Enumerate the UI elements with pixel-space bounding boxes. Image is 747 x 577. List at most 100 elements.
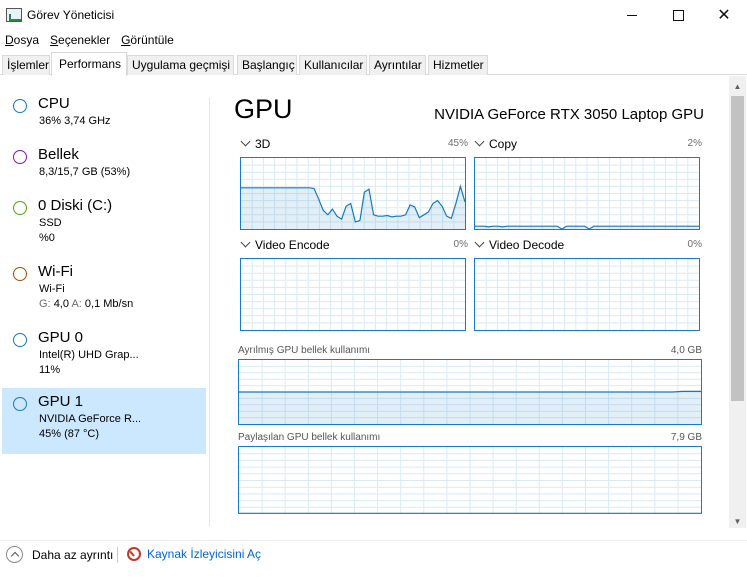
fewer-details-button[interactable]: Daha az ayrıntı bbox=[6, 546, 113, 563]
tab-performans[interactable]: Performans bbox=[51, 52, 127, 76]
open-resource-monitor-link[interactable]: Kaynak İzleyicisini Aç bbox=[127, 547, 261, 561]
memory-icon bbox=[13, 150, 27, 164]
sidebar-item-title: GPU 1 bbox=[38, 393, 84, 410]
vertical-scrollbar[interactable]: ▲ ▼ bbox=[729, 76, 746, 528]
title-bar: Görev Yöneticisi ✕ bbox=[0, 0, 747, 30]
graph-video-encode-svg bbox=[241, 259, 465, 330]
chevron-up-icon bbox=[6, 546, 23, 563]
status-divider bbox=[117, 547, 118, 563]
chevron-down-icon bbox=[474, 136, 485, 147]
gpu-panel: GPU NVIDIA GeForce RTX 3050 Laptop GPU 3… bbox=[210, 76, 728, 528]
engine-percent: 0% bbox=[453, 239, 468, 250]
gpu1-icon bbox=[13, 397, 27, 411]
engine-selector-video-decode[interactable]: Video Decode bbox=[474, 237, 565, 254]
engine-percent: 45% bbox=[447, 138, 468, 149]
sidebar-item-title: 0 Diski (C:) bbox=[38, 197, 113, 214]
resource-monitor-icon bbox=[127, 547, 141, 561]
graph-shared-memory-svg bbox=[239, 447, 701, 514]
sidebar-item-detail: 36% 3,74 GHz bbox=[39, 115, 111, 127]
menu-item-dosya[interactable]: Dosya bbox=[0, 31, 45, 50]
sidebar-item-title: Bellek bbox=[38, 146, 79, 163]
gpu-model-name: NVIDIA GeForce RTX 3050 Laptop GPU bbox=[434, 106, 704, 123]
fewer-details-label: Daha az ayrıntı bbox=[32, 547, 114, 562]
tab-ayrintilar[interactable]: Ayrıntılar bbox=[369, 55, 426, 75]
usage-area bbox=[239, 391, 701, 424]
engine-name: Video Encode bbox=[255, 238, 330, 252]
sidebar-item-detail: 8,3/15,7 GB (53%) bbox=[39, 166, 131, 178]
tab-kullanicilar[interactable]: Kullanıcılar bbox=[299, 55, 367, 75]
maximize-button[interactable] bbox=[655, 0, 701, 30]
sidebar-item-gpu1[interactable]: GPU 1 NVIDIA GeForce R... 45% (87 °C) bbox=[2, 388, 206, 454]
engine-name: 3D bbox=[255, 137, 271, 151]
gpu0-icon bbox=[13, 333, 27, 347]
tab-baslangic[interactable]: Başlangıç bbox=[237, 55, 297, 75]
graph-3d bbox=[240, 157, 466, 230]
menu-bar: Dosya Seçenekler Görüntüle bbox=[0, 31, 747, 50]
sidebar-item-gpu0[interactable]: GPU 0 Intel(R) UHD Grap... 11% bbox=[2, 324, 206, 390]
sidebar-item-disk[interactable]: 0 Diski (C:) SSD %0 bbox=[2, 192, 206, 258]
tab-uygulama-gecmisi[interactable]: Uygulama geçmişi bbox=[127, 55, 234, 75]
page-title: GPU bbox=[234, 94, 293, 124]
dedicated-memory-value: 4,0 GB bbox=[670, 345, 702, 356]
task-manager-icon bbox=[6, 8, 22, 22]
engine-percent: 2% bbox=[687, 138, 702, 149]
sidebar-item-wifi[interactable]: Wi-Fi Wi-Fi G: 4,0 A: 0,1 Mb/sn bbox=[2, 258, 206, 324]
sidebar-item-detail: SSD bbox=[39, 217, 62, 229]
resource-list: CPU 36% 3,74 GHz Bellek 8,3/15,7 GB (53%… bbox=[0, 76, 210, 528]
graph-video-decode bbox=[474, 258, 700, 331]
scroll-down-icon[interactable]: ▼ bbox=[729, 513, 746, 530]
sidebar-item-value: %0 bbox=[39, 232, 55, 244]
receive-value: 0,1 Mb/sn bbox=[84, 298, 134, 310]
wifi-icon bbox=[13, 267, 27, 281]
shared-memory-label: Paylaşılan GPU bellek kullanımı bbox=[238, 432, 381, 443]
tab-bar: İşlemler Performans Uygulama geçmişi Baş… bbox=[0, 52, 747, 76]
open-resource-monitor-label: Kaynak İzleyicisini Aç bbox=[147, 547, 262, 561]
engine-selector-video-encode[interactable]: Video Encode bbox=[240, 237, 330, 254]
close-button[interactable]: ✕ bbox=[701, 0, 747, 30]
sidebar-item-title: GPU 0 bbox=[38, 329, 84, 346]
tab-islemler[interactable]: İşlemler bbox=[2, 55, 50, 75]
close-icon: ✕ bbox=[717, 7, 731, 24]
graph-copy-svg bbox=[475, 158, 699, 229]
graph-3d-svg bbox=[241, 158, 465, 229]
engine-selector-copy[interactable]: Copy bbox=[474, 136, 518, 153]
sidebar-item-detail: Intel(R) UHD Grap... bbox=[39, 349, 139, 361]
menu-item-secenekler[interactable]: Seçenekler bbox=[45, 31, 116, 50]
sidebar-item-throughput: G: 4,0 A: 0,1 Mb/sn bbox=[39, 298, 133, 310]
graph-video-encode bbox=[240, 258, 466, 331]
sidebar-item-detail: Wi-Fi bbox=[39, 283, 65, 295]
status-bar: Daha az ayrıntı Kaynak İzleyicisini Aç bbox=[0, 540, 747, 568]
send-label: G: bbox=[39, 298, 51, 310]
engine-selector-3d[interactable]: 3D bbox=[240, 136, 271, 153]
window-title: Görev Yöneticisi bbox=[27, 8, 115, 22]
graph-dedicated-memory-svg bbox=[239, 360, 701, 424]
scroll-up-icon[interactable]: ▲ bbox=[729, 78, 746, 95]
minimize-button[interactable] bbox=[609, 0, 655, 30]
disk-icon bbox=[13, 201, 27, 215]
sidebar-item-detail: NVIDIA GeForce R... bbox=[39, 413, 142, 425]
cpu-icon bbox=[13, 99, 27, 113]
send-value: 4,0 bbox=[53, 298, 69, 310]
sidebar-item-title: Wi-Fi bbox=[38, 263, 73, 280]
scrollbar-thumb[interactable] bbox=[731, 96, 744, 401]
tab-hizmetler[interactable]: Hizmetler bbox=[428, 55, 488, 75]
graph-dedicated-memory bbox=[238, 359, 702, 425]
minimize-icon bbox=[627, 14, 637, 16]
sidebar-item-title: CPU bbox=[38, 95, 70, 112]
receive-label: A: bbox=[71, 298, 82, 310]
usage-line bbox=[239, 390, 701, 393]
graph-shared-memory bbox=[238, 446, 702, 514]
chevron-down-icon bbox=[240, 136, 251, 147]
sidebar-item-value: 11% bbox=[39, 364, 61, 376]
engine-name: Copy bbox=[489, 137, 518, 151]
dedicated-memory-label: Ayrılmış GPU bellek kullanımı bbox=[238, 345, 371, 356]
graph-video-decode-svg bbox=[475, 259, 699, 330]
engine-percent: 0% bbox=[687, 239, 702, 250]
chevron-down-icon bbox=[474, 237, 485, 248]
sidebar-item-value: 45% (87 °C) bbox=[39, 428, 100, 440]
chevron-down-icon bbox=[240, 237, 251, 248]
menu-item-goruntule[interactable]: Görüntüle bbox=[116, 31, 180, 50]
shared-memory-value: 7,9 GB bbox=[670, 432, 702, 443]
maximize-icon bbox=[672, 9, 684, 21]
engine-name: Video Decode bbox=[489, 238, 565, 252]
